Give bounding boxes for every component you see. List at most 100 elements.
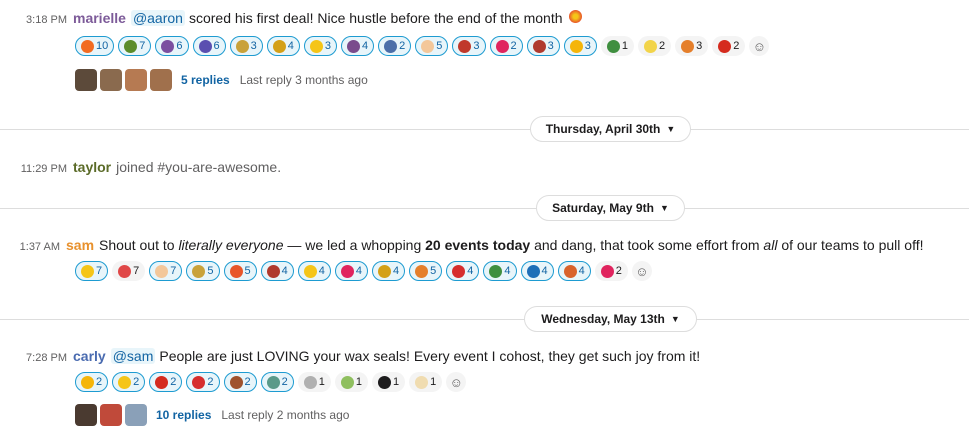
timestamp[interactable]: 3:18 PM	[0, 14, 73, 26]
clap-icon	[155, 264, 169, 278]
reaction-pill[interactable]: 2	[378, 36, 412, 56]
reaction-pill[interactable]: 3	[526, 36, 560, 56]
avatar[interactable]	[100, 404, 122, 426]
reaction-pill[interactable]: 1	[600, 36, 634, 56]
reaction-pill[interactable]: 1	[334, 372, 368, 392]
author-name[interactable]: taylor	[73, 159, 111, 175]
reaction-count: 6	[176, 40, 183, 52]
pokeball-icon	[452, 264, 466, 278]
reaction-pill[interactable]: 3	[563, 36, 597, 56]
reaction-pill[interactable]: 7	[112, 261, 146, 281]
reaction-pill[interactable]: 3	[675, 36, 709, 56]
reaction-pill[interactable]: 1	[297, 372, 331, 392]
reaction-pill[interactable]: 2	[594, 261, 628, 281]
reaction-count: 7	[133, 265, 140, 277]
reaction-pill[interactable]: 3	[229, 36, 263, 56]
reaction-count: 4	[504, 265, 511, 277]
reaction-pill[interactable]: 2	[712, 36, 746, 56]
timestamp[interactable]: 11:29 PM	[0, 163, 73, 175]
reaction-count: 3	[250, 40, 257, 52]
date-pill[interactable]: Wednesday, May 13th ▼	[524, 306, 697, 332]
thread-summary[interactable]: 10 replies Last reply 2 months ago	[75, 404, 349, 426]
reaction-pill[interactable]: 4	[446, 261, 480, 281]
add-reaction-icon[interactable]: ☺	[749, 36, 770, 56]
message-header: 7:28 PM carly @sam People are just LOVIN…	[0, 348, 969, 364]
reaction-pill[interactable]: 4	[266, 36, 300, 56]
timestamp[interactable]: 7:28 PM	[0, 352, 73, 364]
reaction-count: 2	[399, 40, 406, 52]
reaction-pill[interactable]: 4	[520, 261, 554, 281]
clap-icon	[421, 39, 435, 53]
reaction-pill[interactable]: 5	[415, 36, 449, 56]
cactus-icon	[489, 264, 503, 278]
reaction-pill[interactable]: 6	[155, 36, 189, 56]
avatar[interactable]	[125, 69, 147, 91]
add-reaction-icon[interactable]: ☺	[446, 372, 467, 392]
reaction-pill[interactable]: 2	[223, 372, 257, 392]
reaction-count: 2	[96, 376, 103, 388]
timestamp[interactable]: 1:37 AM	[0, 241, 66, 253]
replies-link[interactable]: 10 replies	[156, 408, 211, 422]
reaction-pill[interactable]: 3	[452, 36, 486, 56]
party-popper-icon	[681, 39, 695, 53]
avatar[interactable]	[125, 404, 147, 426]
text-part: and dang, that took some effort from	[530, 237, 764, 253]
reaction-pill[interactable]: 4	[483, 261, 517, 281]
heart-eyes-icon	[118, 264, 132, 278]
reaction-pill[interactable]: 2	[638, 36, 672, 56]
text-part-italic: literally everyone	[178, 237, 284, 253]
reaction-pill[interactable]: 4	[297, 261, 331, 281]
party-popper-icon	[415, 264, 429, 278]
message-header: 11:29 PM taylor joined #you-are-awesome.	[0, 159, 969, 175]
avatar[interactable]	[100, 69, 122, 91]
reaction-pill[interactable]: 2	[489, 36, 523, 56]
author-name[interactable]: sam	[66, 237, 94, 253]
reaction-pill[interactable]: 5	[409, 261, 443, 281]
reaction-pill[interactable]: 2	[112, 372, 146, 392]
reaction-pill[interactable]: 2	[260, 372, 294, 392]
avatar[interactable]	[150, 69, 172, 91]
reaction-bar: 10 7 6 6 3 4 3 4 2 5 3 2 3 3 1 2 3 2 ☺	[75, 36, 770, 56]
reaction-pill[interactable]: 7	[118, 36, 152, 56]
reaction-pill[interactable]: 5	[223, 261, 257, 281]
thread-summary[interactable]: 5 replies Last reply 3 months ago	[75, 69, 368, 91]
reaction-pill[interactable]: 2	[75, 372, 109, 392]
reaction-pill[interactable]: 7	[75, 261, 109, 281]
reaction-count: 3	[696, 40, 703, 52]
reaction-pill[interactable]: 7	[149, 261, 183, 281]
reaction-pill[interactable]: 4	[557, 261, 591, 281]
reaction-count: 1	[430, 376, 437, 388]
reaction-count: 5	[436, 40, 443, 52]
reaction-count: 7	[170, 265, 177, 277]
reaction-pill[interactable]: 2	[186, 372, 220, 392]
message-header: 3:18 PM marielle @aaron scored his first…	[0, 10, 969, 26]
mention[interactable]: @aaron	[130, 10, 185, 26]
add-reaction-icon[interactable]: ☺	[631, 261, 652, 281]
mention[interactable]: @sam	[110, 348, 156, 364]
reaction-count: 2	[615, 265, 622, 277]
date-pill[interactable]: Saturday, May 9th ▼	[536, 195, 685, 221]
message-header: 1:37 AM sam Shout out to literally every…	[0, 237, 969, 253]
reaction-pill[interactable]: 3	[303, 36, 337, 56]
reaction-pill[interactable]: 4	[334, 261, 368, 281]
date-divider-line	[0, 129, 969, 130]
date-pill[interactable]: Thursday, April 30th ▼	[530, 116, 691, 142]
text-part: — we led a whopping	[283, 237, 426, 253]
author-name[interactable]: carly	[73, 348, 106, 364]
reaction-pill[interactable]: 4	[341, 36, 375, 56]
reaction-pill[interactable]: 5	[186, 261, 220, 281]
reaction-pill[interactable]: 6	[192, 36, 226, 56]
reaction-pill[interactable]: 1	[409, 372, 443, 392]
boom-icon	[568, 10, 582, 23]
message-marielle: 3:18 PM marielle @aaron scored his first…	[0, 10, 969, 26]
dancer-icon	[198, 39, 212, 53]
reaction-pill[interactable]: 10	[75, 36, 115, 56]
author-name[interactable]: marielle	[73, 10, 126, 26]
reaction-pill[interactable]: 4	[372, 261, 406, 281]
replies-link[interactable]: 5 replies	[181, 73, 230, 87]
avatar[interactable]	[75, 404, 97, 426]
reaction-pill[interactable]: 2	[149, 372, 183, 392]
reaction-pill[interactable]: 1	[372, 372, 406, 392]
reaction-pill[interactable]: 4	[260, 261, 294, 281]
avatar[interactable]	[75, 69, 97, 91]
